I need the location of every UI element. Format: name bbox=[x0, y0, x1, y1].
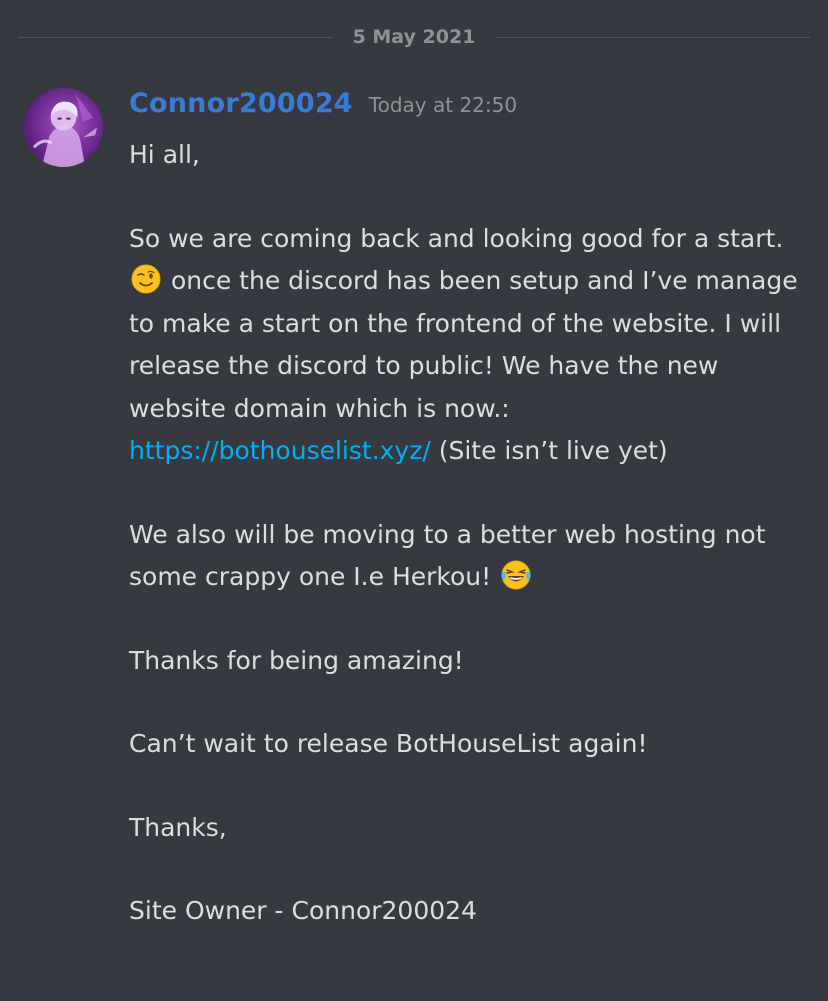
message-text: Can’t wait to release BotHouseList again… bbox=[129, 729, 648, 758]
message-timestamp[interactable]: Today at 22:50 bbox=[369, 93, 517, 117]
message-text: Thanks, bbox=[129, 812, 227, 842]
message-text: Hi all, bbox=[129, 140, 200, 169]
message-paragraph-thanks: Thanks for being amazing! bbox=[129, 640, 809, 683]
message-paragraph-release: Can’t wait to release BotHouseList again… bbox=[129, 723, 809, 766]
message-paragraph-greeting: Hi all, bbox=[129, 134, 809, 177]
message-text: (Site isn’t live yet) bbox=[438, 436, 668, 465]
message-header: Connor200024 Today at 22:50 bbox=[129, 88, 517, 119]
message-paragraph-announcement: So we are coming back and looking good f… bbox=[129, 218, 809, 473]
winking-face-emoji-icon[interactable] bbox=[131, 264, 161, 294]
message-content: Hi all, So we are coming back and lookin… bbox=[129, 134, 809, 974]
avatar[interactable] bbox=[24, 88, 103, 167]
message-paragraph-signature: Site Owner - Connor200024 bbox=[129, 890, 809, 933]
message-text: So we are coming back and looking good f… bbox=[129, 223, 784, 253]
message-paragraph-signoff: Thanks, bbox=[129, 807, 809, 850]
date-divider: 5 May 2021 bbox=[18, 24, 810, 50]
message-text: Thanks for being amazing! bbox=[129, 645, 464, 675]
date-divider-label: 5 May 2021 bbox=[352, 26, 476, 48]
message-text: We also will be moving to a better web h… bbox=[129, 519, 766, 592]
divider-line-right bbox=[495, 36, 810, 38]
website-link[interactable]: https://bothouselist.xyz/ bbox=[129, 436, 431, 465]
message-paragraph-hosting: We also will be moving to a better web h… bbox=[129, 514, 809, 599]
message-text: once the discord has been setup and I’ve… bbox=[129, 266, 798, 423]
message-username[interactable]: Connor200024 bbox=[129, 88, 353, 119]
face-with-tears-of-joy-emoji-icon[interactable] bbox=[501, 560, 531, 590]
message-text: Site Owner - Connor200024 bbox=[129, 896, 477, 925]
avatar-image bbox=[24, 88, 103, 167]
divider-line-left bbox=[18, 36, 333, 38]
